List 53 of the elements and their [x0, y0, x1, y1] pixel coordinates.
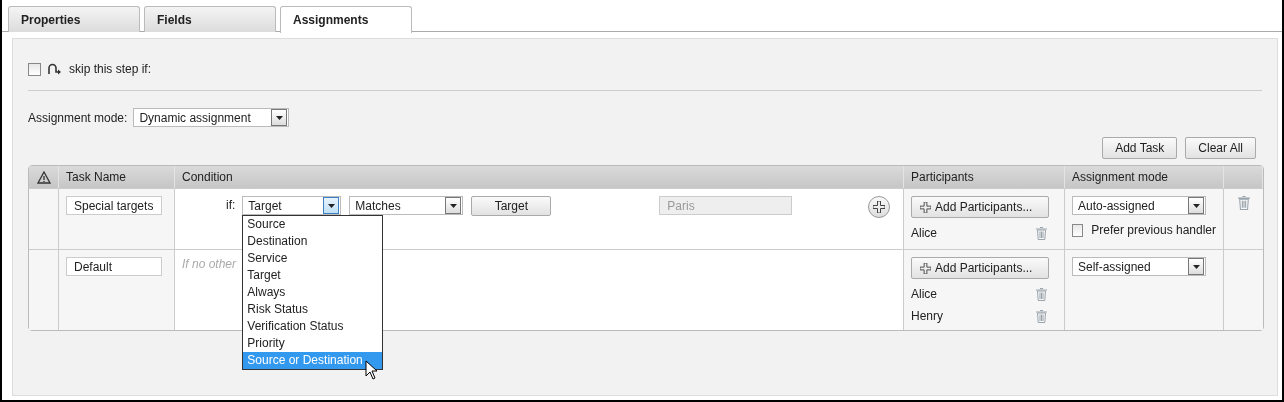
dropdown-option[interactable]: Target [243, 267, 383, 284]
skip-label: skip this step if: [69, 62, 152, 76]
column-header [1224, 166, 1263, 188]
add-condition-button[interactable] [868, 196, 890, 218]
dropdown-option[interactable]: Risk Status [243, 301, 383, 318]
dropdown-option[interactable]: Priority [243, 335, 383, 352]
trash-icon[interactable] [1036, 309, 1047, 323]
caret-icon [1192, 264, 1200, 269]
plus-icon [920, 201, 931, 213]
dropdown-option[interactable]: Service [243, 250, 383, 267]
trash-icon[interactable] [1237, 196, 1250, 210]
participant-name: Henry [911, 309, 943, 323]
caret-icon [327, 203, 335, 208]
checkbox[interactable] [1072, 223, 1084, 237]
assignment-mode-label: Assignment mode: [28, 110, 128, 125]
plus-icon [873, 201, 885, 213]
checkbox[interactable] [28, 62, 41, 76]
participant-name: Alice [911, 226, 937, 240]
assignment-mode-select[interactable]: Dynamic assignment [133, 108, 290, 127]
column-header: Assignment mode [1065, 166, 1224, 188]
caret-icon [275, 115, 283, 120]
condition-field-select[interactable]: Target [242, 196, 342, 215]
warning-icon [36, 170, 51, 184]
add-participants-button[interactable]: Add Participants... [911, 257, 1049, 279]
task-name-field[interactable]: Special targets [66, 196, 162, 215]
dropdown-option[interactable]: Verification Status [243, 318, 383, 335]
tab[interactable]: Properties [8, 6, 140, 32]
action-button[interactable]: Add Task [1102, 137, 1178, 159]
dropdown-option[interactable]: Destination [243, 233, 383, 250]
participant-name: Alice [911, 287, 937, 301]
value-type-button[interactable]: Target [471, 196, 552, 216]
column-header: Condition [175, 166, 904, 188]
add-participants-button[interactable]: Add Participants... [911, 196, 1049, 218]
checkbox-label: Prefer previous handler [1091, 223, 1216, 237]
assignment-mode-select[interactable]: Auto-assigned [1072, 196, 1206, 215]
plus-icon [920, 262, 931, 274]
trash-icon[interactable] [1036, 287, 1047, 301]
action-button[interactable]: Clear All [1185, 137, 1256, 159]
trash-icon[interactable] [1036, 226, 1047, 240]
assignment-mode-select[interactable]: Self-assigned [1072, 257, 1206, 276]
operator-select[interactable]: Matches [349, 196, 464, 215]
column-header: Participants [904, 166, 1065, 188]
fallback-text: If no other [182, 257, 237, 271]
tab[interactable]: Assignments [280, 6, 412, 33]
skip-arrow-icon [47, 63, 63, 75]
dropdown-option[interactable]: Always [243, 284, 383, 301]
if-label: if: [226, 197, 236, 214]
task-name-field[interactable]: Default [66, 257, 162, 276]
dropdown-option[interactable]: Source [243, 216, 383, 233]
column-header: Task Name [59, 166, 175, 188]
tab[interactable]: Fields [144, 6, 276, 32]
caret-icon [449, 203, 457, 208]
caret-icon [1192, 203, 1200, 208]
